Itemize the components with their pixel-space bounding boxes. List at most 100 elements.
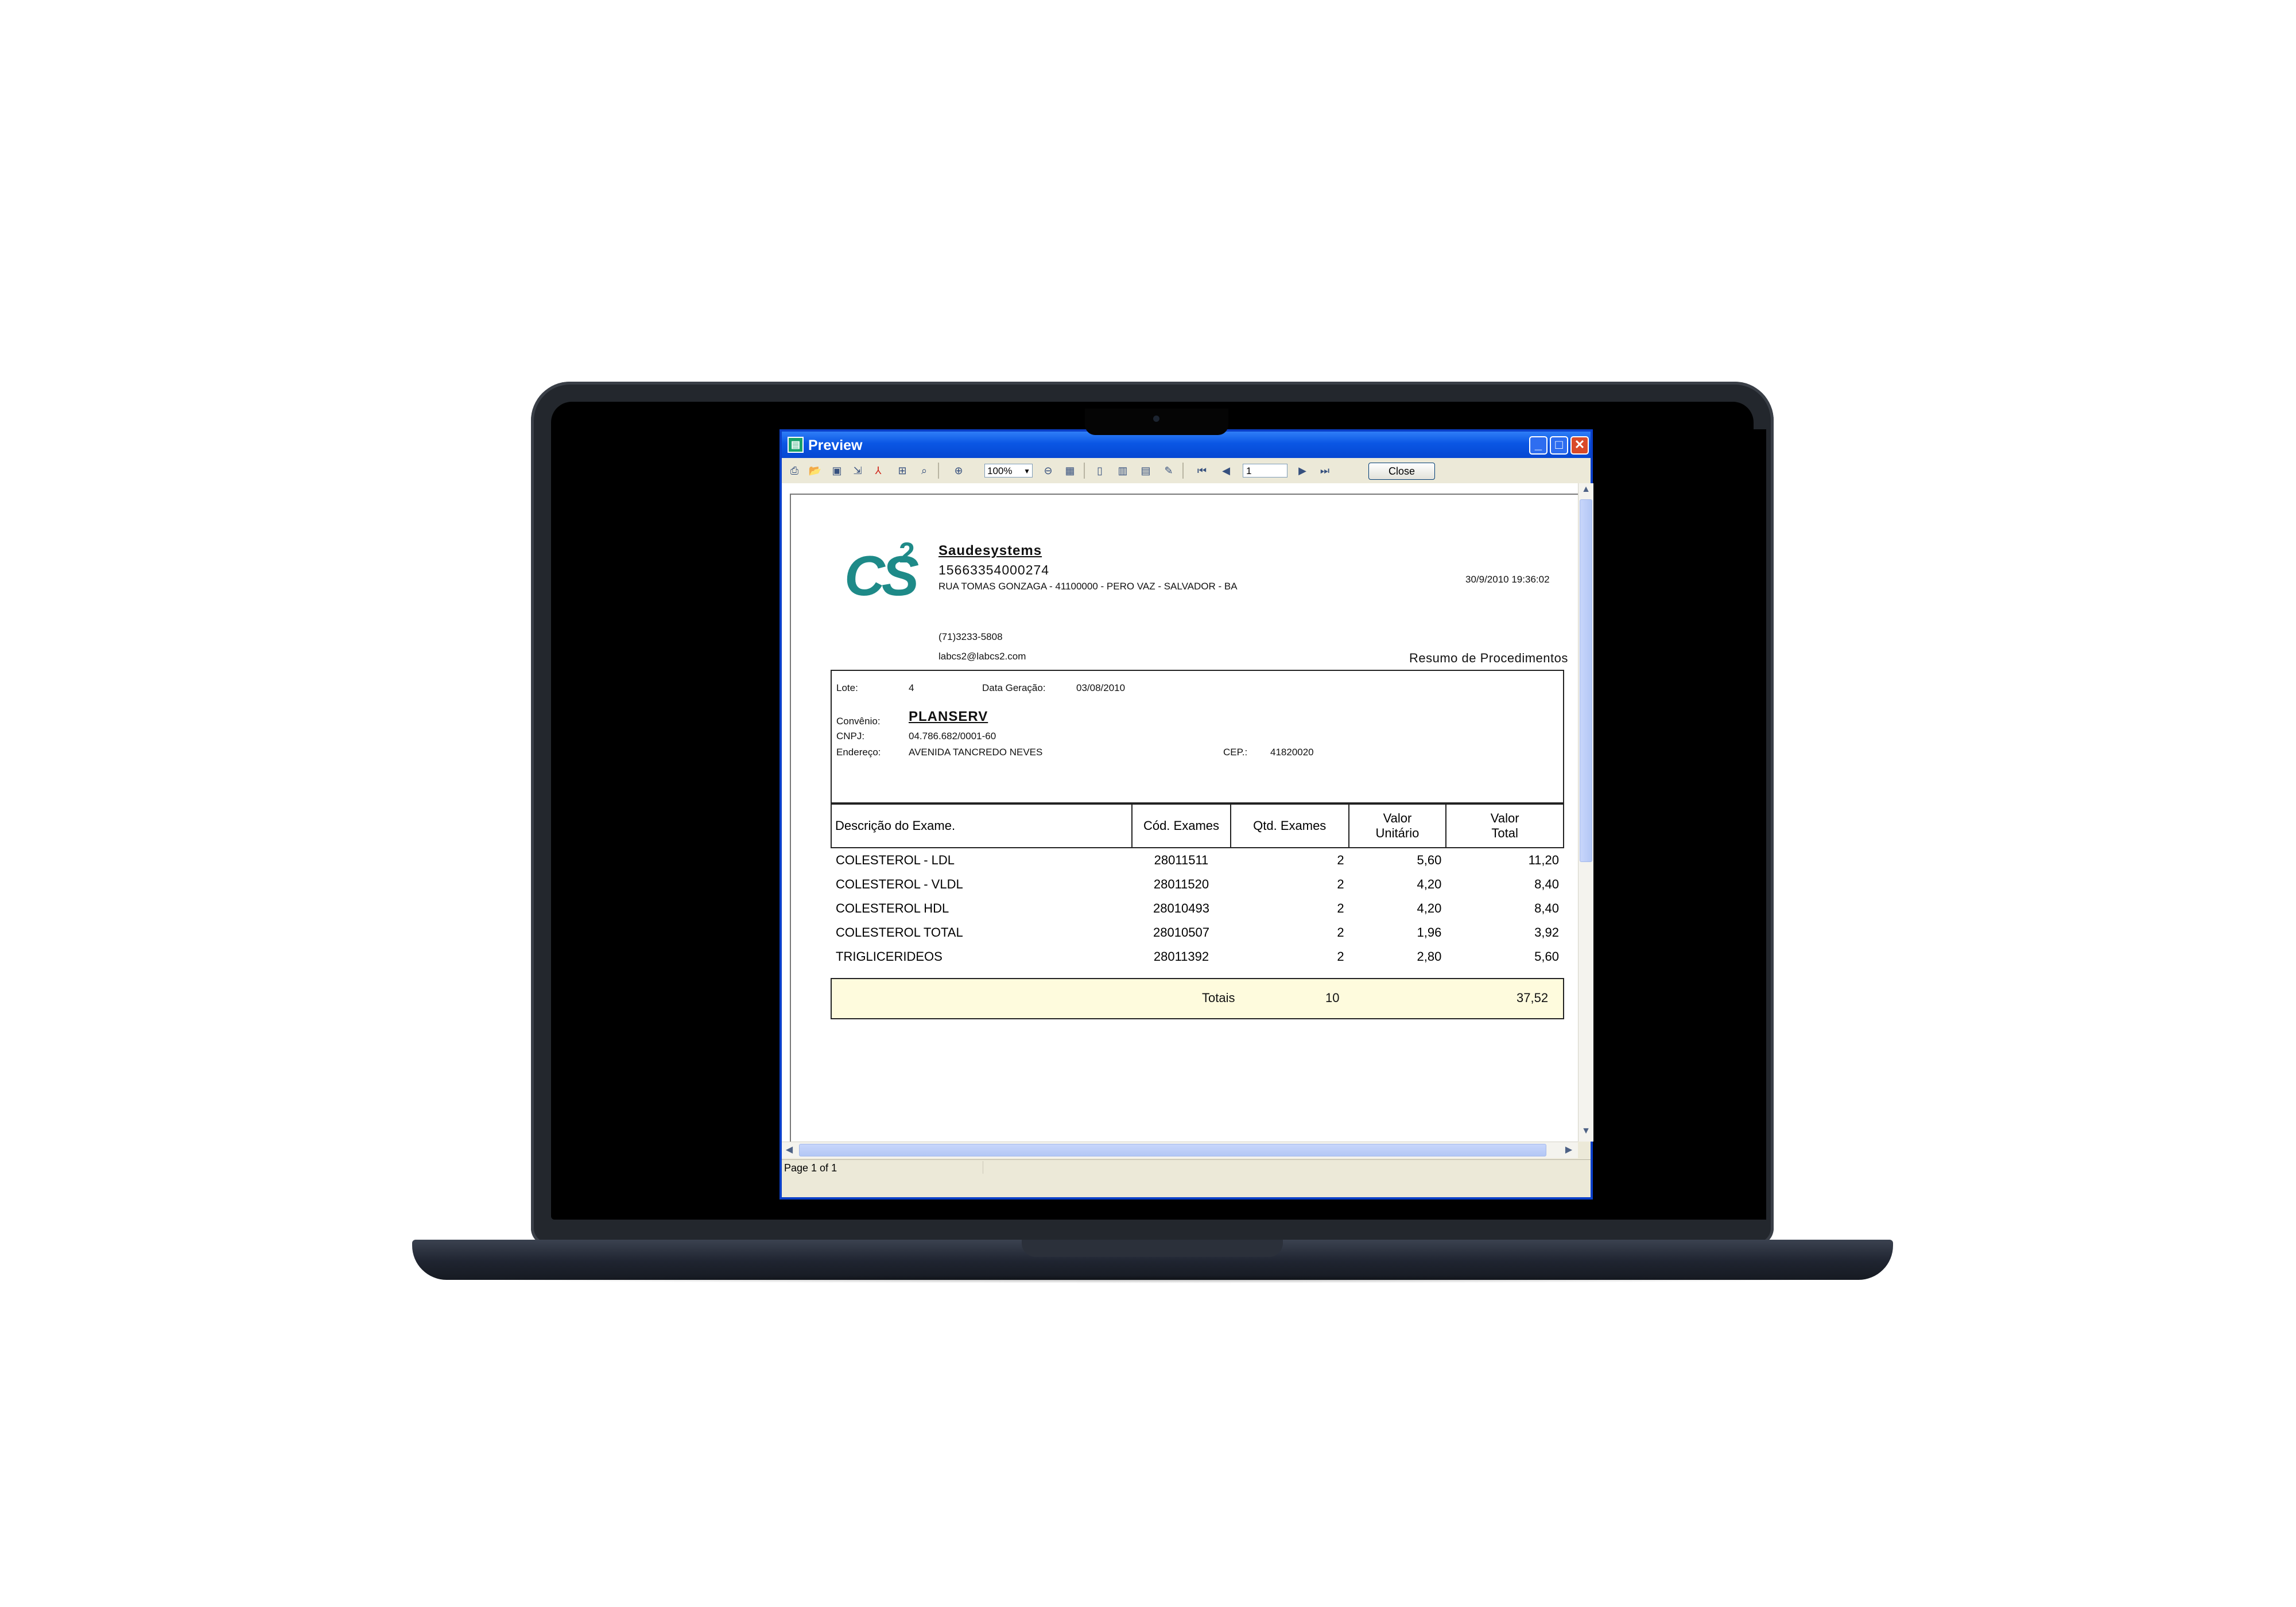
report-title: Resumo de Procedimentos [1409,651,1568,665]
lote-label: Lote: [836,682,858,693]
horizontal-scrollbar[interactable]: ◀ ▶ [782,1142,1578,1158]
endereco-value: AVENIDA TANCREDO NEVES [909,747,1043,758]
laptop-lid: ▤ Preview _ □ ✕ ⎙ 📂 ▣ ⇲ ⅄ ⊞ ⌕ ⊕ 100% ▼ ⊖… [531,382,1774,1245]
last-page-icon[interactable]: ⏭ [1318,464,1332,477]
company-email: labcs2@labcs2.com [938,651,1026,662]
window-title: Preview [808,437,863,453]
single-page-icon[interactable]: ▯ [1093,464,1107,477]
totals-valor: 37,52 [1517,991,1549,1005]
zoom-in-icon[interactable]: ⊕ [952,464,965,477]
cell-descricao: COLESTEROL - VLDL [836,877,963,891]
cep-label: CEP.: [1223,747,1248,758]
toolbar-separator [1182,463,1184,479]
cell-unitario: 4,20 [1417,901,1442,915]
chevron-down-icon: ▼ [1023,467,1030,475]
cell-qtd: 2 [1337,877,1344,891]
totals-box: Totais 10 37,52 [831,978,1564,1019]
convenio-label: Convênio: [836,716,881,727]
horizontal-scroll-thumb[interactable] [799,1144,1546,1156]
save-icon[interactable]: ▣ [830,464,844,477]
camera-notch [1085,409,1228,435]
fit-page-icon[interactable]: ▦ [1063,464,1077,477]
table-row: COLESTEROL - LDL 28011511 2 5,60 11,20 [831,848,1564,872]
cell-total: 8,40 [1534,877,1559,891]
totals-qtd: 10 [1325,991,1340,1005]
laptop-screen: ▤ Preview _ □ ✕ ⎙ 📂 ▣ ⇲ ⅄ ⊞ ⌕ ⊕ 100% ▼ ⊖… [579,429,1766,1220]
cell-descricao: TRIGLICERIDEOS [836,949,943,964]
title-bar[interactable]: ▤ Preview _ □ ✕ [782,432,1591,458]
app-icon: ▤ [788,437,804,453]
vertical-scrollbar[interactable]: ▲ ▼ [1578,483,1593,1142]
company-address: RUA TOMAS GONZAGA - 41100000 - PERO VAZ … [938,581,1238,592]
header-valor-unitario: Valor Unitário [1348,804,1447,848]
scroll-right-icon[interactable]: ▶ [1562,1144,1575,1155]
header-valor-unitario-line2: Unitário [1375,826,1420,840]
cell-unitario: 2,80 [1417,949,1442,964]
cnpj-value: 04.786.682/0001-60 [909,731,996,742]
header-valor-total: Valor Total [1445,804,1564,848]
endereco-label: Endereço: [836,747,881,758]
vertical-scroll-thumb[interactable] [1580,499,1592,862]
find-icon[interactable]: ⌕ [917,464,931,477]
table-row: COLESTEROL TOTAL 28010507 2 1,96 3,92 [831,921,1564,945]
generated-datetime: 30/9/2010 19:36:02 [1465,574,1550,585]
report-viewport[interactable]: CS 2 Saudesystems 15663354000274 RUA TOM… [782,483,1578,1142]
cep-value: 41820020 [1270,747,1314,758]
cell-qtd: 2 [1337,925,1344,940]
company-logo-superscript: 2 [899,537,915,569]
next-page-icon[interactable]: ▶ [1296,464,1309,477]
header-valor-unitario-line1: Valor [1383,811,1412,825]
maximize-button[interactable]: □ [1550,436,1568,455]
pdf-icon[interactable]: ⅄ [871,464,885,477]
cell-descricao: COLESTEROL HDL [836,901,949,915]
page-number-input[interactable]: 1 [1243,464,1287,478]
camera-icon [1153,416,1159,422]
export-icon[interactable]: ⇲ [851,464,864,477]
lote-value: 4 [909,682,914,693]
laptop-shadow [436,1275,1871,1283]
cell-qtd: 2 [1337,853,1344,867]
zoom-out-icon[interactable]: ⊖ [1041,464,1055,477]
scroll-up-icon[interactable]: ▲ [1580,484,1592,495]
window-close-button[interactable]: ✕ [1570,436,1589,455]
cell-qtd: 2 [1337,949,1344,964]
cell-codigo: 28011392 [1153,949,1209,964]
scroll-left-icon[interactable]: ◀ [783,1144,796,1155]
two-pages-icon[interactable]: ▥ [1116,464,1130,477]
multi-page-icon[interactable]: ▤ [1139,464,1153,477]
status-panel [983,1161,1557,1174]
cell-codigo: 28010493 [1153,901,1209,915]
print-icon[interactable]: ⎙ [788,464,801,477]
first-page-icon[interactable]: ⏮ [1195,464,1209,477]
scroll-down-icon[interactable]: ▼ [1580,1126,1592,1136]
cell-unitario: 1,96 [1417,925,1442,940]
info-box: Lote: 4 Data Geração: 03/08/2010 Convêni… [831,670,1564,804]
close-button[interactable]: Close [1368,463,1435,480]
company-cnpj: 15663354000274 [938,562,1050,577]
header-valor-total-line2: Total [1491,826,1518,840]
edit-icon[interactable]: ✎ [1162,464,1176,477]
data-geracao-value: 03/08/2010 [1076,682,1126,693]
preview-window: ▤ Preview _ □ ✕ ⎙ 📂 ▣ ⇲ ⅄ ⊞ ⌕ ⊕ 100% ▼ ⊖… [779,429,1593,1200]
table-header-row: Descrição do Exame. Cód. Exames Qtd. Exa… [830,804,1564,848]
minimize-button[interactable]: _ [1529,436,1548,455]
cell-descricao: COLESTEROL - LDL [836,853,955,867]
convenio-value: PLANSERV [909,709,988,724]
status-bar: Page 1 of 1 [782,1159,1591,1176]
open-icon[interactable]: 📂 [808,464,822,477]
toolbar-separator [938,463,939,479]
zoom-select[interactable]: 100% ▼ [984,464,1033,478]
cell-total: 11,20 [1528,853,1559,867]
cell-unitario: 5,60 [1417,853,1442,867]
exams-table: Descrição do Exame. Cód. Exames Qtd. Exa… [830,804,1564,969]
print-setup-icon[interactable]: ⊞ [895,464,909,477]
cnpj-label: CNPJ: [836,731,865,742]
table-row: TRIGLICERIDEOS 28011392 2 2,80 5,60 [831,945,1564,969]
header-valor-total-line1: Valor [1490,811,1519,825]
zoom-value: 100% [987,465,1013,476]
toolbar: ⎙ 📂 ▣ ⇲ ⅄ ⊞ ⌕ ⊕ 100% ▼ ⊖ ▦ ▯ ▥ ▤ ✎ ⏮ ◀ 1… [782,458,1591,484]
cell-codigo: 28010507 [1153,925,1209,940]
data-geracao-label: Data Geração: [982,682,1046,693]
header-codigo: Cód. Exames [1131,804,1231,848]
prev-page-icon[interactable]: ◀ [1219,464,1233,477]
